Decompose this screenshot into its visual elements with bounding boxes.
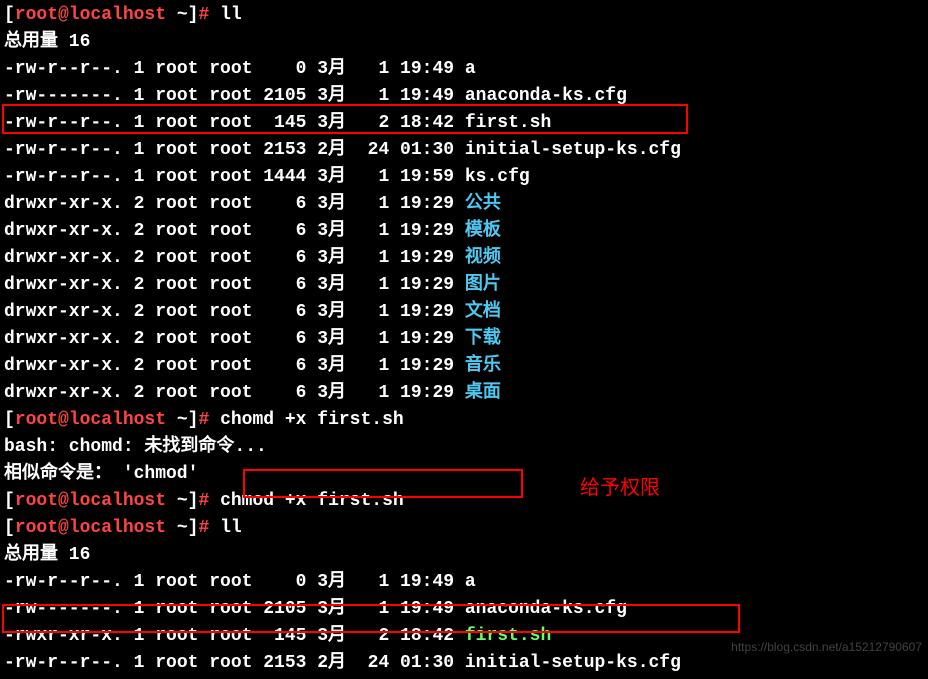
ls-row: drwxr-xr-x. 2 root root 6 3月 1 19:29 公共 bbox=[4, 191, 924, 218]
ls-row: -rw-r--r--. 1 root root 0 3月 1 19:49 a bbox=[4, 56, 924, 83]
ls-row: -rw-------. 1 root root 2105 3月 1 19:49 … bbox=[4, 596, 924, 623]
prompt-line[interactable]: [root@localhost ~]# chomd +x first.sh bbox=[4, 407, 924, 434]
ls-row: drwxr-xr-x. 2 root root 6 3月 1 19:29 文档 bbox=[4, 299, 924, 326]
prompt-line[interactable]: [root@localhost ~]# ll bbox=[4, 2, 924, 29]
ls-row: -rw-r--r--. 1 root root 2153 2月 24 01:30… bbox=[4, 137, 924, 164]
ls-row: drwxr-xr-x. 2 root root 6 3月 1 19:29 下载 bbox=[4, 326, 924, 353]
prompt-line[interactable]: [root@localhost ~]# ll bbox=[4, 515, 924, 542]
ls-row: -rw-r--r--. 1 root root 0 3月 1 19:49 a bbox=[4, 569, 924, 596]
ls-row: drwxr-xr-x. 2 root root 6 3月 1 19:29 音乐 bbox=[4, 353, 924, 380]
ls-row: -rw-r--r--. 1 root root 145 3月 2 18:42 f… bbox=[4, 110, 924, 137]
ls-row: drwxr-xr-x. 2 root root 6 3月 1 19:29 视频 bbox=[4, 245, 924, 272]
error-line: 相似命令是： 'chmod' bbox=[4, 461, 924, 488]
total-line: 总用量 16 bbox=[4, 29, 924, 56]
watermark: https://blog.csdn.net/a15212790607 bbox=[731, 638, 922, 656]
ls-row: drwxr-xr-x. 2 root root 6 3月 1 19:29 模板 bbox=[4, 218, 924, 245]
error-line: bash: chomd: 未找到命令... bbox=[4, 434, 924, 461]
total-line: 总用量 16 bbox=[4, 542, 924, 569]
prompt-line[interactable]: [root@localhost ~]# chmod +x first.sh bbox=[4, 488, 924, 515]
ls-row: -rw-r--r--. 1 root root 1444 3月 1 19:59 … bbox=[4, 164, 924, 191]
ls-row: drwxr-xr-x. 2 root root 6 3月 1 19:29 图片 bbox=[4, 272, 924, 299]
ls-row: -rw-------. 1 root root 2105 3月 1 19:49 … bbox=[4, 83, 924, 110]
annotation-label: 给予权限 bbox=[580, 473, 660, 503]
ls-row: drwxr-xr-x. 2 root root 6 3月 1 19:29 桌面 bbox=[4, 380, 924, 407]
terminal[interactable]: [root@localhost ~]# ll总用量 16-rw-r--r--. … bbox=[0, 0, 928, 679]
